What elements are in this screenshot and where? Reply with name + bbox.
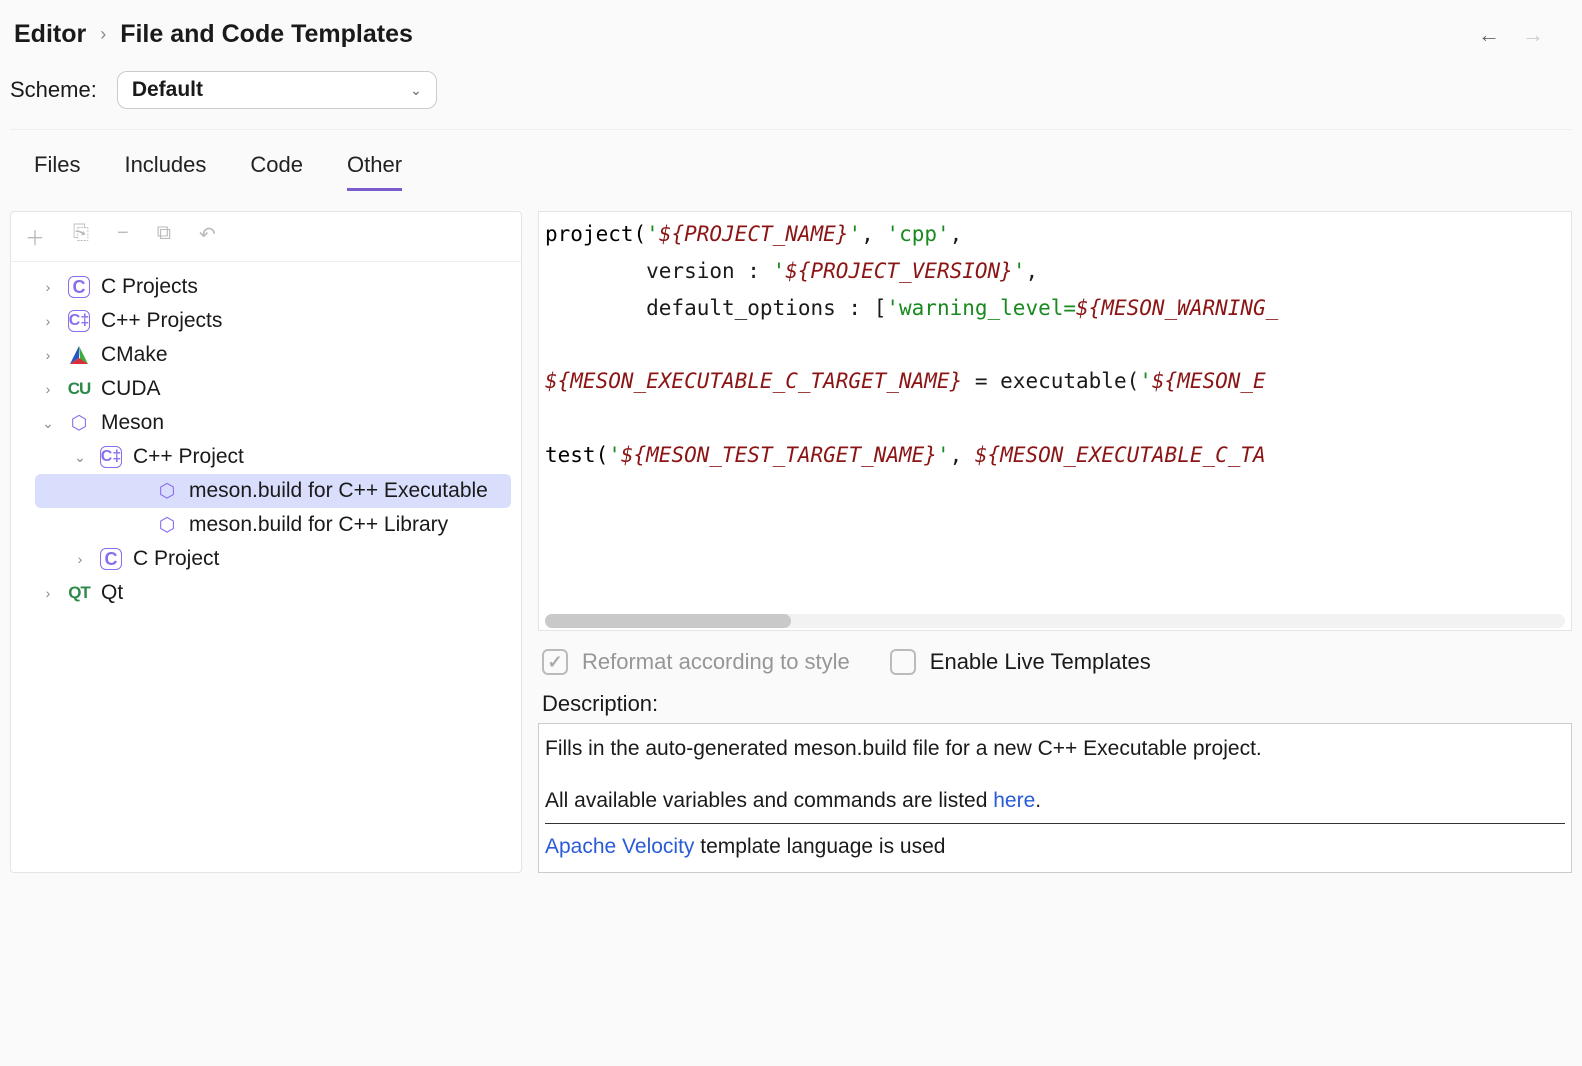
back-button[interactable]: ←: [1478, 22, 1500, 48]
tree-item-c-projects[interactable]: › C C Projects: [11, 270, 521, 304]
live-templates-checkbox[interactable]: [890, 649, 916, 675]
apache-velocity-link[interactable]: Apache Velocity: [545, 835, 694, 858]
tree-item-cuda[interactable]: › CU CUDA: [11, 372, 521, 406]
tab-files[interactable]: Files: [34, 152, 80, 191]
tree-label: meson.build for C++ Library: [189, 513, 448, 537]
tab-includes[interactable]: Includes: [124, 152, 206, 191]
tab-code[interactable]: Code: [250, 152, 303, 191]
tab-other[interactable]: Other: [347, 152, 402, 191]
reformat-label: Reformat according to style: [582, 649, 850, 675]
tree-label: CMake: [101, 343, 168, 367]
cpp-icon: C‡: [67, 310, 91, 332]
copy-templates-icon[interactable]: ⎘: [73, 222, 89, 251]
collapse-icon[interactable]: ⌄: [71, 449, 89, 466]
scheme-select[interactable]: Default ⌄: [117, 71, 437, 109]
forward-button: →: [1522, 22, 1544, 48]
meson-icon: ⬡: [155, 514, 179, 537]
expand-icon[interactable]: ›: [39, 313, 57, 329]
chevron-right-icon: ›: [100, 24, 106, 45]
tree-toolbar: ＋ ⎘ − ⧉ ↶: [11, 212, 521, 262]
breadcrumb: Editor › File and Code Templates ← →: [10, 10, 1572, 67]
expand-icon[interactable]: ›: [39, 279, 57, 295]
scrollbar-thumb[interactable]: [545, 614, 791, 628]
breadcrumb-root[interactable]: Editor: [14, 20, 86, 49]
tree-label: C++ Projects: [101, 309, 222, 333]
tree-item-c-project[interactable]: › C C Project: [11, 542, 521, 576]
live-templates-checkbox-label[interactable]: Enable Live Templates: [890, 649, 1151, 675]
tree-item-qt[interactable]: › QT Qt: [11, 576, 521, 610]
description-p1: Fills in the auto-generated meson.build …: [545, 732, 1565, 766]
tabs: Files Includes Code Other: [10, 130, 1572, 191]
c-icon: C: [99, 548, 123, 570]
tree-label: C++ Project: [133, 445, 244, 469]
c-icon: C: [67, 276, 91, 298]
tree-item-cpp-projects[interactable]: › C‡ C++ Projects: [11, 304, 521, 338]
templates-tree: › C C Projects › C‡ C++ Projects › CMake…: [11, 262, 521, 872]
remove-icon[interactable]: −: [117, 222, 129, 251]
description-box: Fills in the auto-generated meson.build …: [538, 723, 1572, 873]
tree-label: CUDA: [101, 377, 161, 401]
collapse-icon[interactable]: ⌄: [39, 415, 57, 432]
tree-item-meson[interactable]: ⌄ ⬡ Meson: [11, 406, 521, 440]
meson-icon: ⬡: [67, 412, 91, 435]
add-icon[interactable]: ＋: [25, 222, 45, 251]
description-p3: Apache Velocity template language is use…: [545, 830, 1565, 864]
undo-icon[interactable]: ↶: [199, 222, 216, 251]
templates-tree-panel: ＋ ⎘ − ⧉ ↶ › C C Projects › C‡ C++ Projec…: [10, 211, 522, 873]
tree-item-cpp-project[interactable]: ⌄ C‡ C++ Project: [11, 440, 521, 474]
tree-item-meson-cpp-executable[interactable]: · ⬡ meson.build for C++ Executable: [35, 474, 511, 508]
tree-item-meson-cpp-library[interactable]: · ⬡ meson.build for C++ Library: [35, 508, 511, 542]
breadcrumb-current: File and Code Templates: [120, 20, 413, 49]
tree-item-cmake[interactable]: › CMake: [11, 338, 521, 372]
here-link[interactable]: here: [993, 789, 1035, 812]
description-p2: All available variables and commands are…: [545, 784, 1565, 818]
cpp-icon: C‡: [99, 446, 123, 468]
expand-icon[interactable]: ›: [71, 551, 89, 567]
chevron-down-icon: ⌄: [410, 82, 422, 99]
description-label: Description:: [538, 685, 1572, 723]
tree-label: C Projects: [101, 275, 198, 299]
tree-label: Meson: [101, 411, 164, 435]
tree-label: C Project: [133, 547, 219, 571]
tree-label: Qt: [101, 581, 123, 605]
scheme-value: Default: [132, 78, 203, 102]
reformat-checkbox: [542, 649, 568, 675]
qt-icon: QT: [67, 583, 91, 603]
template-code-editor[interactable]: project('${PROJECT_NAME}', 'cpp', versio…: [538, 211, 1572, 631]
scheme-label: Scheme:: [10, 77, 97, 103]
meson-icon: ⬡: [155, 480, 179, 503]
cuda-icon: CU: [67, 379, 91, 399]
cmake-icon: [67, 345, 91, 365]
expand-icon[interactable]: ›: [39, 347, 57, 363]
reformat-checkbox-label: Reformat according to style: [542, 649, 850, 675]
expand-icon[interactable]: ›: [39, 381, 57, 397]
copy-icon[interactable]: ⧉: [157, 222, 171, 251]
live-templates-label: Enable Live Templates: [930, 649, 1151, 675]
expand-icon[interactable]: ›: [39, 585, 57, 601]
tree-label: meson.build for C++ Executable: [189, 479, 488, 503]
